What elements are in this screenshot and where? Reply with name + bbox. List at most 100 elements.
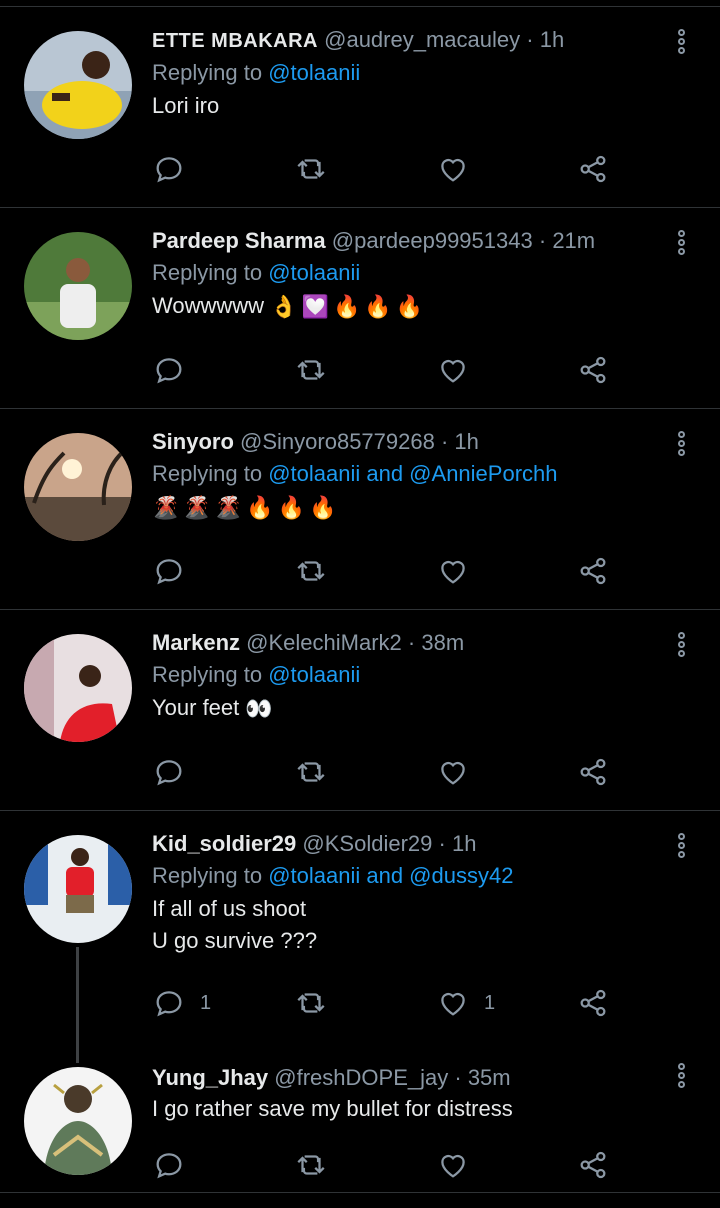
retweet-button[interactable] — [294, 350, 328, 390]
fire-emoji-icon: 🔥 — [364, 294, 392, 320]
tweet[interactable]: Sinyoro @Sinyoro85779268 · 1h Replying t… — [0, 409, 720, 610]
more-options-icon[interactable] — [678, 833, 688, 860]
reply-mentions[interactable]: @tolaanii and @dussy42 — [268, 863, 513, 888]
reply-button[interactable] — [152, 350, 200, 390]
tweet[interactable]: Kid_soldier29 @KSoldier29 · 1h Replying … — [0, 811, 720, 1043]
avatar[interactable] — [24, 835, 132, 943]
retweet-button[interactable] — [294, 149, 328, 189]
volcano-emoji-icon: 🌋 — [183, 495, 211, 521]
share-button[interactable] — [576, 149, 610, 189]
reply-mentions[interactable]: @tolaanii and @AnniePorchh — [268, 461, 557, 486]
like-icon — [441, 158, 465, 182]
display-name[interactable]: Markenz — [152, 630, 240, 655]
tweet-text: If all of us shoot U go survive ??? — [152, 896, 318, 953]
avatar[interactable] — [24, 1067, 132, 1175]
separator: · — [538, 228, 547, 253]
replying-label: Replying to — [152, 662, 263, 687]
separator: · — [440, 429, 449, 454]
user-handle[interactable]: @pardeep99951343 — [332, 228, 533, 253]
share-icon — [580, 356, 606, 384]
separator: · — [438, 831, 446, 856]
like-button[interactable] — [436, 149, 484, 189]
like-button[interactable] — [436, 350, 484, 390]
reply-mentions[interactable]: @tolaanii — [268, 662, 360, 687]
separator: · — [526, 27, 534, 52]
fire-emoji-icon: 🔥 — [277, 495, 306, 521]
share-button[interactable] — [576, 551, 610, 591]
display-name[interactable]: Sinyoro — [152, 429, 234, 454]
reply-icon — [156, 1153, 182, 1179]
like-button[interactable] — [436, 551, 484, 591]
timestamp[interactable]: 21m — [552, 228, 595, 253]
reply-mentions[interactable]: @tolaanii — [268, 60, 360, 85]
share-icon — [580, 557, 606, 585]
eyes-emoji-icon: 👀 — [245, 696, 273, 722]
user-handle[interactable]: @freshDOPE_jay — [274, 1065, 448, 1090]
avatar[interactable] — [24, 433, 132, 541]
more-options-icon[interactable] — [678, 431, 688, 458]
reply-button[interactable] — [152, 1145, 200, 1185]
timestamp[interactable]: 1h — [540, 27, 564, 52]
tweet-text-line: 🌋 🌋 🌋 🔥 🔥 🔥 — [152, 491, 660, 524]
reply-button[interactable] — [152, 551, 200, 591]
like-button[interactable] — [436, 1145, 484, 1185]
timestamp[interactable]: 1h — [452, 831, 476, 856]
retweet-button[interactable] — [294, 752, 328, 792]
share-button[interactable] — [576, 983, 610, 1023]
reply-icon — [156, 358, 182, 384]
tweet[interactable]: Pardeep Sharma @pardeep99951343 · 21m Re… — [0, 208, 720, 409]
user-handle[interactable]: @KelechiMark2 — [246, 630, 402, 655]
timestamp[interactable]: 1h — [454, 429, 478, 454]
tweet-divider — [0, 1192, 720, 1193]
reply-mentions[interactable]: @tolaanii — [268, 260, 360, 285]
user-handle[interactable]: @KSoldier29 — [302, 831, 432, 856]
retweet-icon — [297, 762, 325, 782]
display-name[interactable]: Yung_Jhay — [152, 1065, 268, 1090]
volcano-emoji-icon: 🌋 — [152, 495, 180, 521]
user-handle[interactable]: @audrey_macauley — [324, 27, 520, 52]
share-icon — [580, 989, 606, 1017]
display-name[interactable]: Kid_soldier29 — [152, 831, 296, 856]
timestamp[interactable]: 35m — [468, 1065, 511, 1090]
tweet-text-line: Wowwwww 👌 💟 🔥 🔥 🔥 — [152, 290, 660, 323]
tweet[interactable]: ETTE MBAKARA @audrey_macauley · 1h Reply… — [0, 7, 720, 208]
more-options-icon[interactable] — [678, 1063, 688, 1090]
user-handle[interactable]: @Sinyoro85779268 — [240, 429, 435, 454]
share-button[interactable] — [576, 752, 610, 792]
retweet-button[interactable] — [294, 1145, 328, 1185]
tweet[interactable]: Yung_Jhay @freshDOPE_jay · 35m I go rath… — [0, 1043, 720, 1193]
reply-button[interactable] — [152, 752, 200, 792]
tweet[interactable]: Markenz @KelechiMark2 · 38m Replying to … — [0, 610, 720, 811]
replying-label: Replying to — [152, 260, 263, 285]
more-options-icon[interactable] — [678, 29, 688, 56]
avatar[interactable] — [24, 31, 132, 139]
retweet-icon — [297, 993, 325, 1013]
avatar[interactable] — [24, 634, 132, 742]
fire-emoji-icon: 🔥 — [309, 495, 337, 521]
timestamp[interactable]: 38m — [421, 630, 464, 655]
like-button[interactable] — [436, 752, 484, 792]
reply-button[interactable] — [152, 149, 200, 189]
retweet-button[interactable] — [294, 551, 328, 591]
reply-button[interactable]: 1 — [152, 983, 211, 1023]
retweet-icon — [297, 159, 325, 179]
thread-connector — [76, 947, 79, 1043]
replying-label: Replying to — [152, 863, 263, 888]
tweet-text: I go rather save my bullet for distress — [152, 1096, 513, 1121]
like-count: 1 — [484, 991, 496, 1014]
avatar[interactable] — [24, 232, 132, 340]
share-button[interactable] — [576, 1145, 610, 1185]
replying-label: Replying to — [152, 461, 263, 486]
share-icon — [580, 1151, 606, 1179]
separator: · — [454, 1065, 462, 1090]
more-options-icon[interactable] — [678, 230, 688, 257]
more-options-icon[interactable] — [678, 632, 688, 659]
display-name[interactable]: ETTE MBAKARA — [152, 30, 318, 52]
heart-emoji-icon: 💟 — [301, 294, 329, 320]
like-button[interactable]: 1 — [436, 983, 495, 1023]
share-button[interactable] — [576, 350, 610, 390]
fire-emoji-icon: 🔥 — [332, 294, 361, 320]
display-name[interactable]: Pardeep Sharma — [152, 228, 326, 253]
retweet-button[interactable] — [294, 983, 328, 1023]
tweet-text: Wowwwww — [152, 293, 265, 318]
